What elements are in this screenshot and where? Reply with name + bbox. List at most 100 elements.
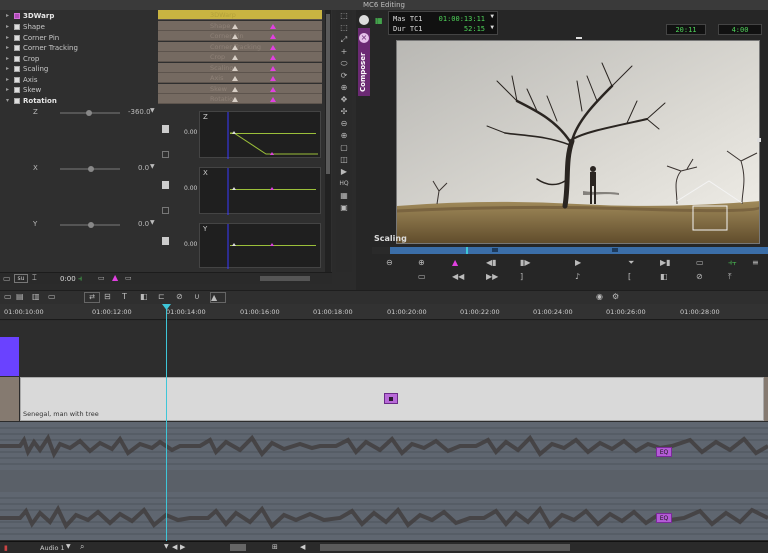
dropdown-arrow-icon[interactable]: ▼ (150, 163, 155, 170)
rotation-z-value[interactable]: -360.0 (128, 108, 151, 116)
slider-knob[interactable] (88, 222, 94, 228)
enable-checkbox[interactable] (14, 98, 20, 104)
keyframe-marker[interactable] (232, 55, 238, 60)
kf-row-skew[interactable]: Skew (158, 83, 322, 94)
mark-in-icon[interactable]: ▲ (452, 258, 458, 267)
slider-knob[interactable] (88, 166, 94, 172)
zoom-in-icon[interactable]: ⊞ (272, 543, 278, 551)
eq-badge[interactable]: EQ (656, 513, 672, 523)
rotation-x-value[interactable]: 0.0 (138, 164, 149, 172)
clear-icon[interactable]: ⊘ (176, 292, 183, 301)
rotation-x-graph[interactable]: X 0.00 (184, 167, 321, 215)
kf-row-axis[interactable]: Axis (158, 73, 322, 83)
rotation-y-value[interactable]: 0.0 (138, 220, 149, 228)
audio-track-a1[interactable]: EQ (0, 422, 768, 470)
sync-icon[interactable]: ⫞⫟ (728, 258, 737, 268)
expand-triangle-icon[interactable]: ▸ (6, 64, 9, 75)
rotation-z-graph[interactable]: Z 0.00 (184, 111, 321, 159)
dropdown-arrow-icon[interactable]: ▼ (164, 543, 169, 550)
position-indicator[interactable] (466, 247, 468, 254)
split-screen-icon[interactable]: ◧ (660, 272, 668, 281)
param-row-scaling[interactable]: ▸ Scaling (0, 64, 158, 75)
collapse-triangle-icon[interactable]: ▾ (6, 96, 9, 107)
keyframe-marker[interactable] (232, 97, 238, 102)
param-row-3dwarp[interactable]: ▸ 3DWarp (0, 11, 158, 22)
keyframe-marker[interactable] (270, 65, 276, 71)
effect-clip[interactable] (0, 337, 19, 376)
keyframe-marker[interactable] (270, 55, 276, 60)
scroll-left-icon[interactable]: ◀ (172, 543, 177, 551)
smooth-icon[interactable]: ∪ (194, 292, 200, 301)
lift-icon[interactable]: ⊟ (104, 292, 111, 301)
dropdown-arrow-icon[interactable]: ▼ (490, 24, 494, 31)
grid-icon[interactable]: ▦ (336, 190, 352, 202)
keyframe-remove-icon[interactable]: ▭ (125, 274, 132, 282)
timeline-scrollbar[interactable] (320, 544, 570, 551)
kf-row-3dwarp[interactable]: 3DWarp (158, 10, 322, 20)
go-to-end-icon[interactable]: ▶▮ (660, 258, 671, 267)
audio-settings-icon[interactable]: ⚙ (612, 292, 619, 301)
keyframe-marker[interactable] (270, 34, 276, 39)
zoom-handle[interactable] (230, 544, 246, 551)
keyframe-marker[interactable] (232, 23, 238, 29)
effect-icon[interactable] (384, 393, 398, 404)
param-row-skew[interactable]: ▸ Skew (0, 85, 158, 96)
timeline-ruler[interactable]: 01:00:10:00 01:00:12:00 01:00:14:00 01:0… (0, 304, 768, 320)
param-row-crop[interactable]: ▸ Crop (0, 54, 158, 65)
param-row-corner-pin[interactable]: ▸ Corner Pin (0, 33, 158, 44)
scroll-right-icon[interactable]: ▶ (180, 543, 185, 551)
eq-badge[interactable]: EQ (656, 447, 672, 457)
pan-tool-icon[interactable]: ✣ (336, 106, 352, 118)
rotation-x-slider[interactable] (60, 166, 120, 172)
add-tool-icon[interactable]: + (336, 46, 352, 58)
rotate-tool-icon[interactable]: ⟳ (336, 70, 352, 82)
audio-track-a2[interactable]: EQ (0, 492, 768, 540)
timeline-menu-icon[interactable]: ▭ (4, 292, 12, 301)
scrollbar-thumb[interactable] (326, 14, 330, 174)
keyframe-toggle[interactable] (162, 181, 169, 189)
safe-area-icon[interactable]: ▭ (696, 258, 704, 267)
grid-icon[interactable]: ▭ (3, 274, 11, 283)
keyframe-marker[interactable] (492, 248, 498, 252)
rotation-z-slider[interactable] (60, 110, 120, 116)
playhead[interactable] (166, 304, 167, 541)
keyframe-marker[interactable] (270, 23, 276, 29)
grid-view-icon[interactable]: ▦ (375, 17, 383, 25)
position-bar[interactable] (372, 247, 768, 254)
close-icon[interactable]: × (359, 33, 369, 43)
keyframe-marker[interactable] (270, 97, 276, 102)
bracket-icon[interactable]: ] (520, 272, 523, 281)
kf-row-corner-tracking[interactable]: Corner Tracking (158, 41, 322, 52)
dropdown-arrow-icon[interactable]: ▼ (150, 219, 155, 226)
selection-tool-icon[interactable]: ⬚ (336, 10, 352, 22)
segment-icon[interactable]: ⊏ (158, 292, 165, 301)
zoom-in-icon[interactable]: ⊕ (336, 130, 352, 142)
scale-tool-icon[interactable]: ⤢ (336, 34, 352, 46)
rewind-icon[interactable]: ◀◀ (452, 272, 464, 281)
video-viewer[interactable] (396, 40, 760, 244)
keyframe-icon[interactable]: ▭ (98, 274, 105, 282)
top-icon[interactable]: ⤒ (728, 272, 732, 282)
keyframe-toggle[interactable] (162, 237, 169, 245)
graph-handle-icon[interactable] (162, 207, 169, 214)
handle-top[interactable] (576, 37, 582, 39)
save-effect-icon[interactable]: ▣ (336, 202, 352, 214)
ibeam-icon[interactable]: ⌶ (32, 273, 37, 283)
record-icon[interactable]: ◉ (596, 292, 603, 301)
move-tool-icon[interactable]: ✥ (336, 94, 352, 106)
rotation-y-graph[interactable]: Y 0.00 (184, 223, 321, 269)
track-icon[interactable]: ▥ (32, 292, 40, 301)
mark-out-icon[interactable]: ⏷ (628, 258, 634, 268)
crop-tool-icon[interactable]: ⬚ (336, 22, 352, 34)
clear-marks-icon[interactable]: ⊘ (696, 272, 703, 281)
dropdown-arrow-icon[interactable]: ▼ (150, 107, 155, 114)
keyframe-marker[interactable] (270, 86, 276, 92)
source-icon[interactable]: ▭ (418, 272, 426, 281)
track-color-icon[interactable]: ▮ (4, 544, 8, 552)
keyframe-marker[interactable] (232, 76, 238, 81)
kf-row-rotation[interactable]: Rotation (158, 94, 322, 104)
hq-icon[interactable]: HQ (336, 178, 352, 190)
param-row-axis[interactable]: ▸ Axis (0, 75, 158, 86)
zoom-out-icon[interactable]: ⊖ (336, 118, 352, 130)
split-icon[interactable]: ◫ (336, 154, 352, 166)
